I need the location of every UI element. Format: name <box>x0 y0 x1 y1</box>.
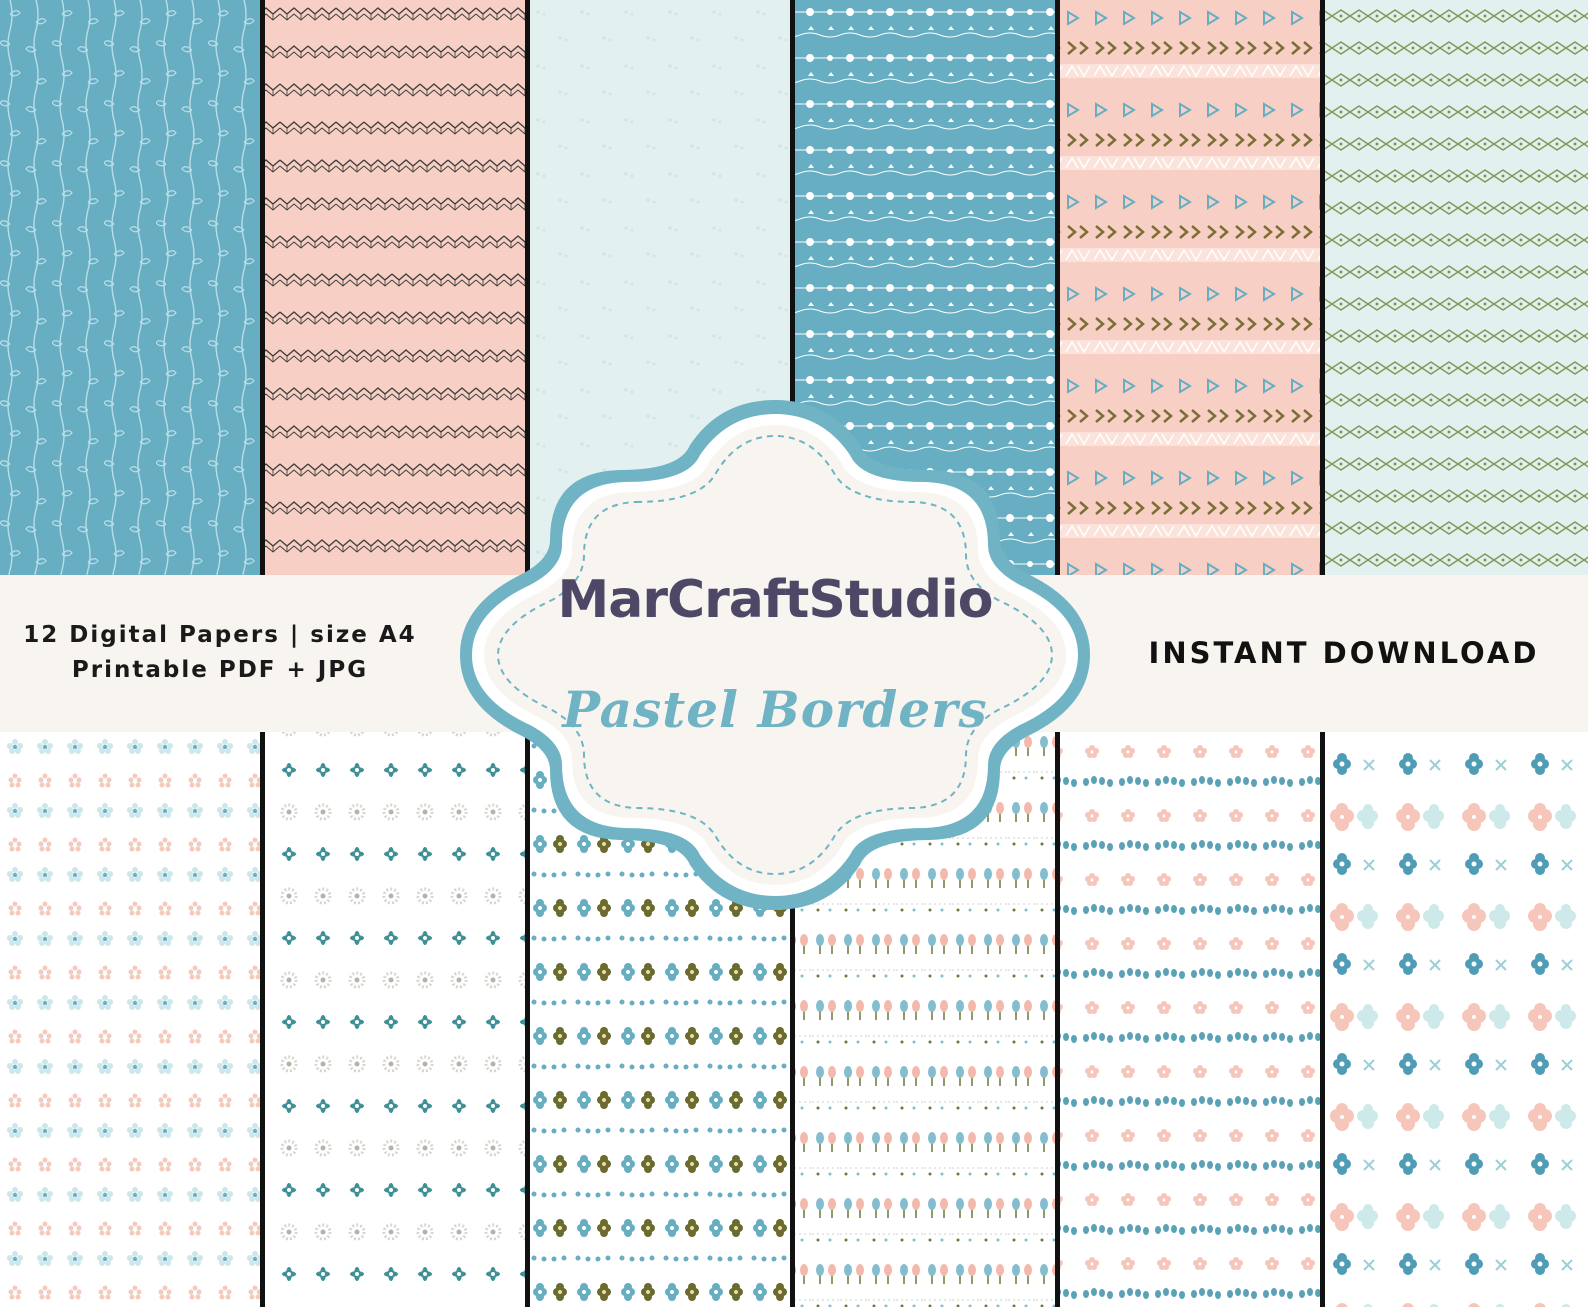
daisy-rows-paper <box>0 732 260 1307</box>
pink-triangle-arrow-paper <box>1060 0 1320 576</box>
teal-vine-paper <box>0 0 260 576</box>
teal-star-flower-paper <box>265 732 525 1307</box>
pink-zigzag-paper <box>265 0 525 576</box>
instant-download-label: INSTANT DOWNLOAD <box>1148 636 1540 670</box>
product-info: 12 Digital Papers | size A4 Printable PD… <box>0 618 440 688</box>
blossom-paper <box>1325 732 1588 1307</box>
product-title: Pastel Borders <box>562 680 988 739</box>
mint-diamond-chain-paper <box>1325 0 1588 576</box>
leaf-sprig-paper <box>1060 732 1320 1307</box>
paper-count-size: 12 Digital Papers | size A4 <box>23 622 417 648</box>
file-formats: Printable PDF + JPG <box>71 657 369 683</box>
brand-name: MarCraftStudio <box>557 570 994 630</box>
